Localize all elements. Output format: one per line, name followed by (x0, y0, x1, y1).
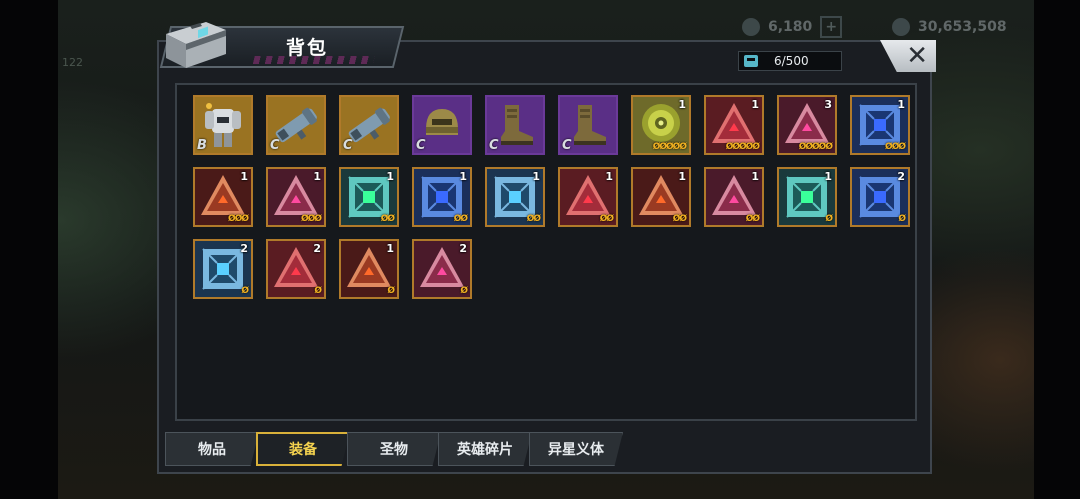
item-stars: ØØØØØ (725, 142, 760, 152)
item-stars: ØØØ (301, 214, 322, 224)
item-stars: ØØ (599, 214, 614, 224)
item-slot[interactable]: 1Ø (339, 239, 399, 299)
item-stars: ØØ (526, 214, 541, 224)
item-count: 1 (751, 170, 759, 183)
item-stars: ØØ (380, 214, 395, 224)
item-count: 1 (240, 170, 248, 183)
item-slot[interactable]: 1 ØØ (704, 167, 764, 227)
item-count: 1 (313, 170, 321, 183)
item-slot[interactable]: 1Ø (777, 167, 837, 227)
item-count: 1 (605, 170, 613, 183)
item-stars: ØØ (745, 214, 760, 224)
item-slot[interactable]: 2Ø (193, 239, 253, 299)
item-count: 1 (897, 98, 905, 111)
item-slot[interactable]: 1 ØØØ (193, 167, 253, 227)
item-slot[interactable]: 1 ØØØ (850, 95, 910, 155)
item-slot[interactable]: 1 ØØØØØ (631, 95, 691, 155)
tab-hero-shards[interactable]: 英雄碎片 (438, 432, 532, 466)
item-slot[interactable]: C (558, 95, 618, 155)
capacity-value: 6/500 (774, 54, 809, 68)
item-stars: Ø (387, 286, 395, 296)
item-grade: B (197, 138, 207, 153)
item-slot[interactable]: 1 ØØ (485, 167, 545, 227)
item-stars: Ø (314, 286, 322, 296)
resource-1-value: 6,180 (768, 19, 813, 35)
resource-1-icon (742, 18, 760, 36)
item-count: 1 (678, 98, 686, 111)
item-stars: ØØØØØ (798, 142, 833, 152)
bag-capacity-icon (744, 55, 758, 67)
item-slot[interactable]: C (339, 95, 399, 155)
item-stars: ØØØ (885, 142, 906, 152)
item-slot[interactable]: 1 ØØ (339, 167, 399, 227)
item-slot[interactable]: C (412, 95, 472, 155)
item-slot[interactable]: 1 ØØ (412, 167, 472, 227)
item-stars: Ø (460, 286, 468, 296)
tab-relics[interactable]: 圣物 (347, 432, 441, 466)
item-stars: Ø (898, 214, 906, 224)
item-slot[interactable]: 1 ØØØ (266, 167, 326, 227)
item-grade: C (416, 138, 426, 153)
item-stars: ØØØØØ (652, 142, 687, 152)
item-slot[interactable]: 2Ø (850, 167, 910, 227)
item-count: 2 (313, 242, 321, 255)
tab-items[interactable]: 物品 (165, 432, 259, 466)
item-grade: C (270, 138, 280, 153)
tab-alien-implants[interactable]: 异星义体 (529, 432, 623, 466)
item-stars: ØØØ (228, 214, 249, 224)
item-count: 3 (824, 98, 832, 111)
resource-counter-1: 6,180 + (742, 14, 843, 40)
capacity-indicator: 6/500 (738, 51, 842, 71)
item-count: 1 (386, 242, 394, 255)
letterbox-left (0, 0, 58, 499)
letterbox-right (1034, 0, 1080, 499)
item-slot[interactable]: C (485, 95, 545, 155)
item-count: 1 (824, 170, 832, 183)
item-slot[interactable]: 1 ØØØØØ (704, 95, 764, 155)
page-title: 背包 (286, 37, 329, 59)
tab-equipment[interactable]: 装备 (256, 432, 350, 466)
item-grade: C (343, 138, 353, 153)
item-slot[interactable]: 3 ØØØØØ (777, 95, 837, 155)
item-count: 2 (240, 242, 248, 255)
item-count: 2 (897, 170, 905, 183)
backpack-chest-icon (166, 22, 226, 68)
item-slot[interactable]: 1 ØØ (558, 167, 618, 227)
item-slot[interactable]: C (266, 95, 326, 155)
item-count: 1 (386, 170, 394, 183)
resource-2-icon (892, 18, 910, 36)
item-stars: ØØ (453, 214, 468, 224)
item-stars: Ø (825, 214, 833, 224)
item-stars: ØØ (672, 214, 687, 224)
item-count: 1 (459, 170, 467, 183)
item-slot[interactable]: B (193, 95, 253, 155)
item-slot[interactable]: 2Ø (266, 239, 326, 299)
item-stars: Ø (241, 286, 249, 296)
item-count: 1 (751, 98, 759, 111)
item-grade: C (489, 138, 499, 153)
item-slot[interactable]: 1 ØØ (631, 167, 691, 227)
close-icon: ✕ (906, 41, 928, 71)
item-count: 1 (678, 170, 686, 183)
add-resource-1-icon: + (820, 16, 843, 38)
item-count: 2 (459, 242, 467, 255)
resource-2-value: 30,653,508 (918, 19, 1007, 35)
item-slot[interactable]: 2Ø (412, 239, 472, 299)
item-count: 1 (532, 170, 540, 183)
item-grade: C (562, 138, 572, 153)
background-label: 122 (62, 56, 83, 69)
resource-counter-2: 30,653,508 (892, 14, 1007, 40)
